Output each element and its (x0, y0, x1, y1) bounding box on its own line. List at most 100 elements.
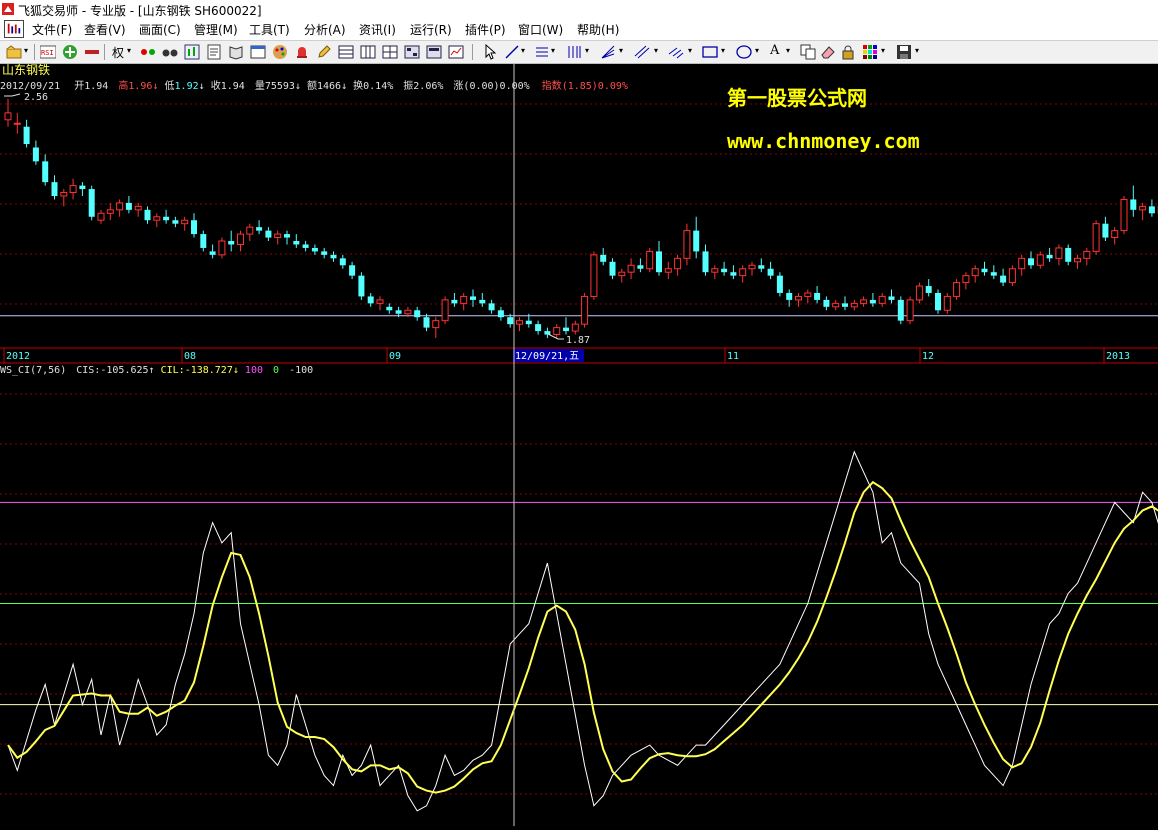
vlines-dropdown-chevron-icon[interactable]: ▾ (585, 46, 589, 55)
cursor-arrow-icon[interactable] (482, 44, 498, 60)
candle (693, 216, 700, 259)
mini-chart-icon[interactable] (448, 44, 464, 60)
date-tick: 11 (727, 351, 739, 362)
candle (460, 292, 468, 311)
candle (339, 254, 346, 269)
channel-lines-icon[interactable] (634, 44, 650, 60)
save-dropdown-chevron-icon[interactable]: ▾ (915, 46, 919, 55)
rectangle-dropdown-chevron-icon[interactable]: ▾ (721, 46, 725, 55)
candle (479, 292, 486, 307)
fan-lines-icon[interactable] (600, 44, 616, 60)
remove-item-icon[interactable] (84, 44, 100, 60)
notes-icon[interactable] (206, 44, 222, 60)
candle (497, 306, 504, 321)
text-tool-button[interactable]: A (770, 43, 779, 58)
parallel-lines-icon[interactable] (668, 44, 684, 60)
candle (776, 272, 783, 297)
channel-dropdown-chevron-icon[interactable]: ▾ (654, 46, 658, 55)
candle (656, 241, 662, 276)
menu-window[interactable]: 窗口(W) (518, 21, 563, 38)
candle (432, 317, 440, 338)
candle (842, 296, 848, 311)
chart-canvas[interactable]: 山东钢铁 2012/09/21 开1.94 高1.96↓ 低1.92↓ 收1.9… (0, 63, 1158, 826)
rsi-indicator-icon[interactable]: RSI (40, 44, 56, 60)
stock-chart-icon[interactable] (184, 44, 200, 60)
menu-help[interactable]: 帮助(H) (577, 21, 619, 38)
hlines-dropdown-chevron-icon[interactable]: ▾ (551, 46, 555, 55)
ellipse-tool-icon[interactable] (736, 44, 752, 60)
layout-quad-icon[interactable] (404, 44, 420, 60)
rectangle-tool-icon[interactable] (702, 44, 718, 60)
app-logo-icon (2, 3, 14, 15)
chart-window-icon[interactable] (4, 20, 24, 38)
stock-info-line: 2012/09/21 开1.94 高1.96↓ 低1.92↓ 收1.94 量75… (0, 79, 628, 92)
open-dropdown-chevron-icon[interactable]: ▾ (24, 46, 28, 55)
candle (664, 261, 672, 280)
candle (414, 306, 421, 321)
open-folder-icon[interactable] (6, 44, 22, 60)
color-dropdown-chevron-icon[interactable]: ▾ (881, 46, 885, 55)
cursor-date-label: 12/09/21,五 (515, 351, 579, 362)
layout-horizontal-icon[interactable] (338, 44, 354, 60)
menu-view[interactable]: 查看(V) (84, 21, 126, 38)
draw-line-icon[interactable] (504, 44, 520, 60)
menu-info[interactable]: 资讯(I) (359, 21, 396, 38)
save-disk-icon[interactable] (896, 44, 912, 60)
candle (200, 230, 207, 252)
menu-manage[interactable]: 管理(M) (194, 21, 238, 38)
alarm-bell-icon[interactable] (294, 44, 310, 60)
candle (116, 199, 124, 217)
pencil-icon[interactable] (316, 44, 332, 60)
palette-icon[interactable] (272, 44, 288, 60)
candle (358, 272, 365, 300)
candle (850, 299, 858, 311)
candle (376, 296, 384, 311)
eraser-icon[interactable] (820, 44, 836, 60)
candle (869, 292, 876, 307)
menu-file[interactable]: 文件(F) (32, 21, 72, 38)
candle (544, 327, 551, 338)
candle (1000, 268, 1007, 287)
menu-run[interactable]: 运行(R) (410, 21, 452, 38)
window-icon[interactable] (250, 44, 266, 60)
candle (293, 234, 300, 248)
candle (618, 268, 626, 283)
menu-tools[interactable]: 工具(T) (249, 21, 290, 38)
add-item-icon[interactable] (62, 44, 78, 60)
text-dropdown-chevron-icon[interactable]: ▾ (786, 46, 790, 55)
menu-plugins[interactable]: 插件(P) (465, 21, 506, 38)
ellipse-dropdown-chevron-icon[interactable]: ▾ (755, 46, 759, 55)
candle (609, 258, 616, 280)
candle (1046, 247, 1053, 262)
menu-screen[interactable]: 画面(C) (139, 21, 181, 38)
traffic-light-icon[interactable] (140, 44, 156, 60)
rights-dropdown-chevron-icon[interactable]: ▾ (127, 46, 131, 55)
chart-area[interactable]: 山东钢铁 2012/09/21 开1.94 高1.96↓ 低1.92↓ 收1.9… (0, 63, 1158, 826)
candle (1092, 220, 1100, 255)
book-icon[interactable] (228, 44, 244, 60)
candle (1102, 216, 1109, 242)
layout-panel-icon[interactable] (426, 44, 442, 60)
min-price-label: 1.87 (566, 335, 590, 346)
vertical-lines-icon[interactable] (566, 44, 582, 60)
color-grid-icon[interactable] (862, 44, 878, 60)
copy-icon[interactable] (800, 44, 816, 60)
line-dropdown-chevron-icon[interactable]: ▾ (521, 46, 525, 55)
candle (702, 244, 709, 276)
candle (153, 213, 161, 228)
candle (1111, 227, 1119, 245)
candle (134, 202, 142, 217)
layout-vertical-icon[interactable] (360, 44, 376, 60)
binoculars-icon[interactable] (162, 44, 178, 60)
menu-analysis[interactable]: 分析(A) (304, 21, 346, 38)
candle (906, 296, 914, 325)
candle (1055, 244, 1063, 266)
horizontal-lines-icon[interactable] (534, 44, 550, 60)
rights-adjust-button[interactable]: 权 (112, 44, 124, 61)
parallel-dropdown-chevron-icon[interactable]: ▾ (688, 46, 692, 55)
layout-grid-icon[interactable] (382, 44, 398, 60)
candle (23, 119, 30, 148)
fan-dropdown-chevron-icon[interactable]: ▾ (619, 46, 623, 55)
lock-icon[interactable] (840, 44, 856, 60)
candle (721, 261, 728, 276)
